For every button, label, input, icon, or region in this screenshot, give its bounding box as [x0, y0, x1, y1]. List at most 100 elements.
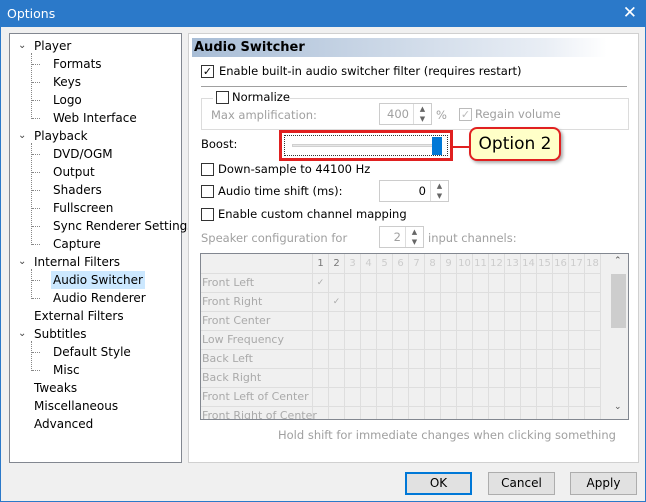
grid-cell[interactable] — [553, 369, 569, 388]
grid-cell[interactable] — [409, 350, 425, 369]
tree-item[interactable]: Logo — [51, 91, 84, 109]
grid-cell[interactable] — [409, 331, 425, 350]
grid-cell[interactable] — [345, 293, 361, 312]
spin-arrows-icon[interactable]: ▲ ▼ — [413, 104, 431, 124]
grid-cell[interactable] — [313, 388, 329, 407]
grid-cell[interactable] — [505, 388, 521, 407]
grid-cell[interactable] — [473, 407, 489, 419]
boost-slider-thumb[interactable] — [432, 137, 442, 155]
grid-cell[interactable] — [585, 388, 601, 407]
tree-item[interactable]: Tweaks — [32, 379, 79, 397]
grid-cell[interactable] — [313, 407, 329, 419]
grid-cell[interactable] — [361, 274, 377, 293]
grid-cell[interactable] — [553, 388, 569, 407]
grid-cell[interactable] — [377, 274, 393, 293]
grid-cell[interactable] — [377, 407, 393, 419]
grid-cell[interactable] — [521, 293, 537, 312]
grid-cell[interactable] — [585, 350, 601, 369]
time-shift-checkbox[interactable] — [201, 185, 214, 198]
grid-cell[interactable] — [409, 407, 425, 419]
chevron-down-icon[interactable]: ⌄ — [18, 325, 26, 343]
regain-volume-checkbox[interactable]: ✓ — [459, 108, 472, 121]
grid-cell[interactable] — [345, 369, 361, 388]
grid-cell[interactable] — [489, 331, 505, 350]
grid-cell[interactable] — [313, 350, 329, 369]
grid-cell[interactable] — [505, 331, 521, 350]
grid-cell[interactable] — [441, 388, 457, 407]
cancel-button[interactable]: Cancel — [488, 472, 555, 495]
tree-item[interactable]: Formats — [51, 55, 104, 73]
grid-cell[interactable] — [361, 312, 377, 331]
tree-item[interactable]: Misc — [51, 361, 82, 379]
grid-cell[interactable] — [329, 350, 345, 369]
grid-cell[interactable] — [553, 312, 569, 331]
grid-cell[interactable] — [505, 369, 521, 388]
grid-cell[interactable] — [537, 388, 553, 407]
tree-item[interactable]: Sync Renderer Settings — [51, 217, 196, 235]
grid-cell[interactable] — [441, 369, 457, 388]
grid-cell[interactable] — [393, 274, 409, 293]
grid-cell[interactable] — [345, 388, 361, 407]
downsample-checkbox[interactable] — [201, 163, 214, 176]
grid-cell[interactable] — [377, 331, 393, 350]
grid-cell[interactable] — [329, 369, 345, 388]
chevron-down-icon[interactable]: ⌄ — [18, 127, 26, 145]
grid-cell[interactable] — [441, 350, 457, 369]
grid-cell[interactable] — [569, 274, 585, 293]
grid-cell[interactable] — [537, 312, 553, 331]
grid-cell[interactable] — [425, 293, 441, 312]
grid-cell[interactable] — [329, 388, 345, 407]
grid-cell[interactable] — [345, 274, 361, 293]
grid-cell-checked[interactable]: ✓ — [313, 274, 329, 293]
grid-cell[interactable] — [457, 312, 473, 331]
grid-cell[interactable] — [489, 369, 505, 388]
grid-cell[interactable] — [457, 369, 473, 388]
grid-cell-checked[interactable]: ✓ — [329, 293, 345, 312]
grid-scrollbar[interactable]: ⌃ ⌄ — [610, 254, 628, 419]
grid-cell[interactable] — [393, 312, 409, 331]
grid-cell[interactable] — [457, 388, 473, 407]
grid-cell[interactable] — [521, 274, 537, 293]
grid-cell[interactable] — [553, 293, 569, 312]
grid-cell[interactable] — [489, 274, 505, 293]
tree-item[interactable]: Subtitles — [32, 325, 89, 343]
options-tree[interactable]: ⌄ Player Formats Keys Logo Web Interface ⌄ Play… — [9, 33, 194, 463]
grid-cell[interactable] — [425, 369, 441, 388]
grid-cell[interactable] — [569, 293, 585, 312]
tree-item[interactable]: Output — [51, 163, 97, 181]
grid-cell[interactable] — [329, 407, 345, 419]
tree-item[interactable]: Audio Switcher — [51, 271, 145, 289]
max-amp-spinner[interactable]: 400 ▲ ▼ — [379, 103, 432, 125]
enable-switcher-checkbox[interactable]: ✓ — [201, 65, 214, 78]
grid-cell[interactable] — [425, 407, 441, 419]
speaker-config-spinner[interactable]: 2 ▲ ▼ — [379, 226, 424, 248]
tree-item[interactable]: Fullscreen — [51, 199, 115, 217]
scroll-thumb[interactable] — [611, 274, 626, 328]
grid-cell[interactable] — [393, 293, 409, 312]
tree-item[interactable]: Keys — [51, 73, 83, 91]
grid-cell[interactable] — [457, 407, 473, 419]
grid-cell[interactable] — [521, 407, 537, 419]
grid-cell[interactable] — [537, 293, 553, 312]
grid-cell[interactable] — [393, 369, 409, 388]
grid-cell[interactable] — [345, 331, 361, 350]
grid-cell[interactable] — [537, 369, 553, 388]
grid-cell[interactable] — [409, 312, 425, 331]
grid-cell[interactable] — [313, 369, 329, 388]
grid-cell[interactable] — [537, 331, 553, 350]
grid-cell[interactable] — [505, 350, 521, 369]
grid-cell[interactable] — [409, 274, 425, 293]
tree-item[interactable]: Default Style — [51, 343, 133, 361]
grid-cell[interactable] — [361, 388, 377, 407]
scroll-up-icon[interactable]: ⌃ — [614, 256, 622, 266]
grid-cell[interactable] — [377, 312, 393, 331]
boost-slider-track[interactable] — [292, 144, 442, 147]
grid-cell[interactable] — [393, 350, 409, 369]
grid-cell[interactable] — [521, 331, 537, 350]
grid-cell[interactable] — [569, 407, 585, 419]
time-shift-spinner[interactable]: 0 ▲ ▼ — [379, 180, 449, 202]
grid-cell[interactable] — [521, 388, 537, 407]
grid-cell[interactable] — [409, 388, 425, 407]
grid-cell[interactable] — [521, 369, 537, 388]
grid-cell[interactable] — [409, 293, 425, 312]
